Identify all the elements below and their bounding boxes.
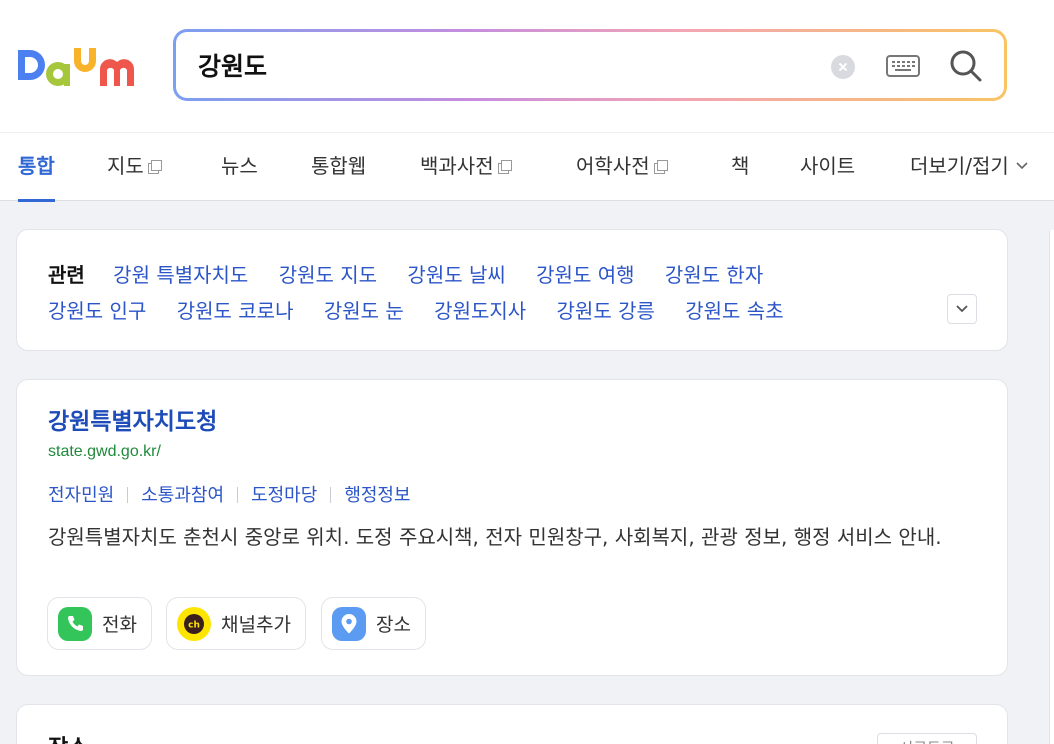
divider	[127, 487, 129, 503]
clear-search-button[interactable]	[831, 55, 855, 79]
call-label: 전화	[102, 614, 137, 636]
right-panel-edge	[1049, 230, 1054, 744]
new-window-icon	[147, 160, 162, 174]
sublink[interactable]: 도정마당	[251, 485, 317, 506]
tab-dictionary[interactable]: 어학사전	[576, 133, 669, 201]
related-link[interactable]: 강원도 강릉	[557, 299, 655, 323]
related-link[interactable]: 강원도 속초	[685, 299, 783, 323]
keyboard-icon[interactable]	[886, 55, 920, 77]
tab-label: 지도	[107, 154, 144, 178]
sublink[interactable]: 행정정보	[344, 485, 410, 506]
tab-encyclopedia[interactable]: 백과사전	[420, 133, 513, 201]
related-link[interactable]: 강원도 날씨	[407, 263, 505, 287]
related-link[interactable]: 강원도지사	[434, 299, 526, 323]
result-description: 강원특별자치도 춘천시 중앙로 위치. 도정 주요시책, 전자 민원창구, 사회…	[48, 525, 942, 549]
sublink[interactable]: 소통과참여	[141, 485, 224, 506]
related-link[interactable]: 강원도 한자	[665, 263, 763, 287]
search-tabs: 통합 지도 뉴스 통합웹 백과사전 어학사전 책 사이트 더보기/접기	[0, 132, 1054, 202]
svg-text:ch: ch	[188, 620, 200, 630]
tab-web[interactable]: 통합웹	[311, 133, 366, 201]
result-title-link[interactable]: 강원특별자치도청	[48, 402, 217, 436]
phone-icon	[58, 606, 92, 641]
official-site-result-card: 강원특별자치도청 state.gwd.go.kr/ 전자민원 소통과참여 도정마당 행…	[16, 379, 1008, 676]
related-link[interactable]: 강원도 코로나	[177, 299, 294, 323]
place-label: 장소	[376, 614, 411, 636]
daum-logo[interactable]	[16, 44, 144, 92]
tab-integrated[interactable]: 통합	[18, 133, 55, 202]
tab-sites[interactable]: 사이트	[800, 133, 855, 201]
header	[0, 0, 1054, 132]
tab-label: 책	[731, 154, 750, 178]
tab-label: 더보기/접기	[910, 154, 1009, 178]
add-channel-label: 채널추가	[221, 614, 291, 636]
place-card: 장소 시군도로	[16, 704, 1008, 744]
tab-more[interactable]: 더보기/접기	[910, 133, 1029, 201]
tab-label: 뉴스	[221, 154, 258, 178]
related-link[interactable]: 강원도 여행	[536, 263, 634, 287]
related-link[interactable]: 강원도 눈	[324, 299, 404, 323]
related-searches-card: 관련 강원 특별자치도 강원도 지도 강원도 날씨 강원도 여행 강원도 한자 …	[16, 229, 1008, 351]
related-link[interactable]: 강원 특별자치도	[113, 263, 248, 287]
result-url[interactable]: state.gwd.go.kr/	[48, 443, 161, 461]
place-filter-button[interactable]: 시군도로	[877, 733, 977, 744]
search-box	[173, 29, 1007, 101]
tab-label: 사이트	[800, 154, 856, 178]
add-channel-button[interactable]: ch 채널추가	[166, 597, 306, 650]
map-pin-icon	[332, 606, 366, 641]
tab-label: 어학사전	[576, 154, 650, 178]
tab-map[interactable]: 지도	[107, 133, 163, 201]
search-icon[interactable]	[948, 48, 984, 84]
kakao-channel-icon: ch	[177, 606, 211, 641]
tab-label: 통합	[18, 154, 55, 178]
place-button[interactable]: 장소	[321, 597, 426, 650]
related-link[interactable]: 강원도 인구	[48, 299, 146, 323]
related-row: 관련 강원 특별자치도 강원도 지도 강원도 날씨 강원도 여행 강원도 한자	[48, 259, 787, 288]
search-box-inner	[176, 32, 1004, 98]
new-window-icon	[497, 160, 512, 174]
search-input[interactable]	[198, 46, 798, 84]
related-link[interactable]: 강원도 지도	[279, 263, 377, 287]
divider	[237, 487, 239, 503]
tab-books[interactable]: 책	[731, 133, 749, 201]
place-title: 장소	[48, 730, 88, 744]
tab-news[interactable]: 뉴스	[221, 133, 258, 201]
new-window-icon	[653, 160, 668, 174]
related-row: 강원도 인구 강원도 코로나 강원도 눈 강원도지사 강원도 강릉 강원도 속초	[48, 295, 808, 324]
result-sublinks: 전자민원 소통과참여 도정마당 행정정보	[48, 481, 411, 507]
tab-label: 백과사전	[420, 154, 494, 178]
expand-related-button[interactable]	[947, 294, 977, 324]
tab-label: 통합웹	[311, 154, 367, 178]
related-title: 관련	[48, 263, 85, 287]
divider	[330, 487, 332, 503]
chevron-down-icon	[1016, 162, 1028, 170]
chevron-down-icon	[956, 305, 968, 313]
sublink[interactable]: 전자민원	[48, 485, 114, 506]
call-button[interactable]: 전화	[47, 597, 152, 650]
